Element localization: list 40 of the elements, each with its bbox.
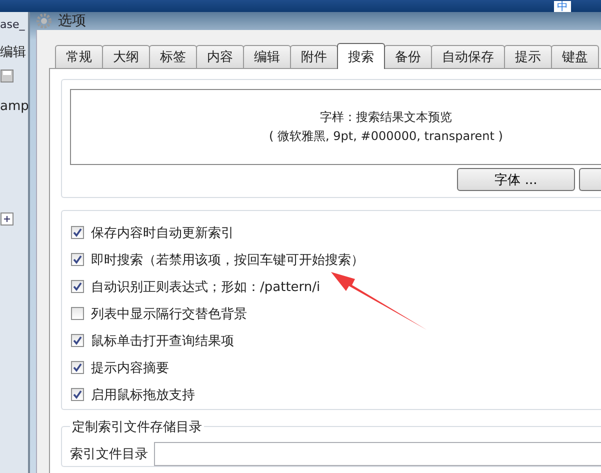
checkbox[interactable] <box>71 253 84 266</box>
font-button[interactable]: 字体 ... <box>457 168 575 191</box>
checkbox-label: 提示内容摘要 <box>91 360 169 376</box>
checkbox[interactable] <box>71 280 84 293</box>
tab[interactable]: 标签 <box>149 45 197 68</box>
preview-text: 字样：搜索结果文本预览 <box>320 109 452 126</box>
checkbox[interactable] <box>71 226 84 239</box>
tab[interactable]: 附件 <box>290 45 338 68</box>
tab[interactable]: 备份 <box>384 45 432 68</box>
tab[interactable]: amp <box>0 99 28 114</box>
preview-text: ( 微软雅黑, 9pt, #000000, transparent ) <box>269 128 503 145</box>
checkbox[interactable] <box>71 388 84 401</box>
field-label: 索引文件目录 <box>70 446 148 463</box>
save-icon[interactable] <box>0 69 14 83</box>
checkbox[interactable] <box>71 334 84 347</box>
tab[interactable]: 内容 <box>196 45 244 68</box>
button[interactable] <box>579 168 601 191</box>
checkbox[interactable] <box>71 361 84 374</box>
checkbox-label: 保存内容时自动更新索引 <box>91 224 234 242</box>
window-title: ase_ <box>0 18 25 31</box>
tree-node-icon <box>0 212 14 226</box>
checkbox-label: 列表中显示隔行交替色背景 <box>91 306 247 322</box>
tab[interactable]: 键盘 <box>551 45 599 68</box>
gear-icon <box>36 13 52 29</box>
tab[interactable]: 常规 <box>55 45 103 68</box>
menu-item[interactable]: 编辑 <box>0 43 26 61</box>
checkbox-label: 启用鼠标拖放支持 <box>91 386 195 404</box>
tab[interactable]: 提示 <box>504 45 552 68</box>
checkbox-label: 自动识别正则表达式；形如：/pattern/i <box>91 278 320 296</box>
checkbox[interactable] <box>71 307 84 320</box>
tab[interactable]: 大纲 <box>102 45 150 68</box>
tray-text[interactable]: 中 <box>554 0 571 12</box>
dialog-title: 选项 <box>58 12 86 30</box>
group-title: 定制索引文件存储目录 <box>70 418 204 436</box>
checkbox-label: 即时搜索（若禁用该项，按回车键可开始搜索） <box>91 252 364 268</box>
tab[interactable]: 编辑 <box>243 45 291 68</box>
tab[interactable]: 搜索 <box>337 43 385 69</box>
checkbox-label: 鼠标单击打开查询结果项 <box>91 332 234 350</box>
input-field[interactable] <box>154 442 601 466</box>
tab[interactable]: 自动保存 <box>431 45 505 68</box>
